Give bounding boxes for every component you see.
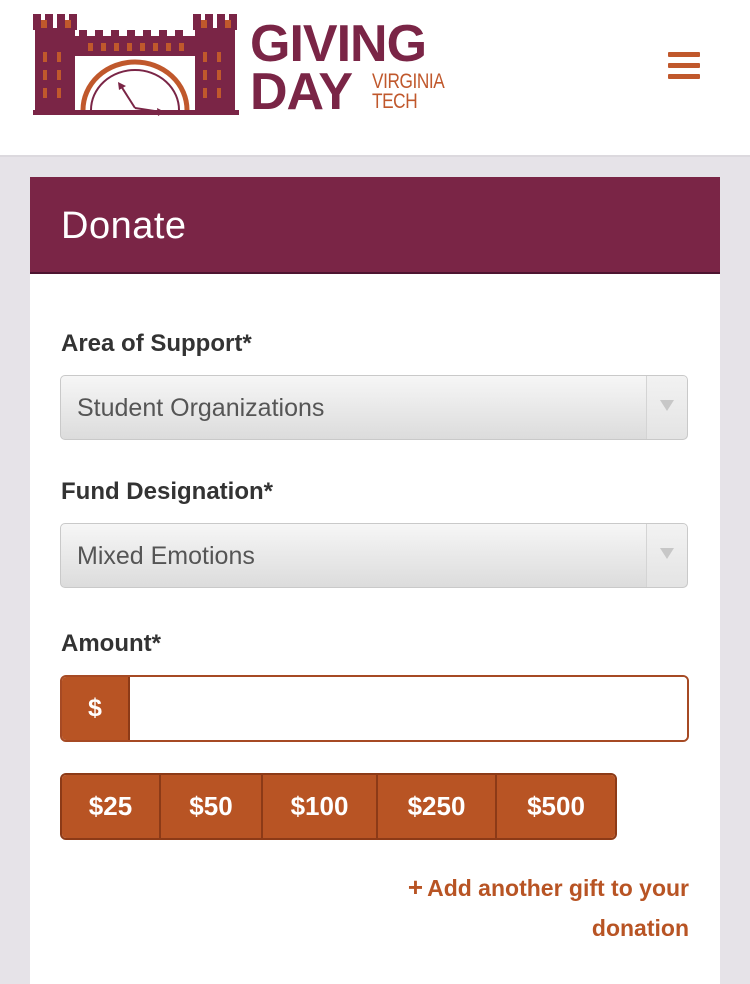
fund-designation-label: Fund Designation* — [61, 478, 273, 505]
area-of-support-select[interactable]: Student Organizations — [60, 375, 688, 440]
preset-amount-button[interactable]: $50 — [161, 775, 263, 838]
fund-designation-select[interactable]: Mixed Emotions — [60, 523, 688, 588]
logo-text-day: DAY — [250, 63, 353, 121]
add-gift-text: Add another gift to your donation — [427, 875, 689, 941]
site-header: GIVING DAY VIRGINIA TECH — [0, 0, 750, 157]
preset-amount-button[interactable]: $250 — [378, 775, 497, 838]
preset-amount-button[interactable]: $100 — [263, 775, 378, 838]
logo-text-tech: TECH — [372, 90, 418, 113]
preset-amount-button[interactable]: $500 — [497, 775, 615, 838]
preset-amount-group: $25 $50 $100 $250 $500 — [60, 773, 617, 840]
plus-icon: + — [407, 872, 424, 902]
menu-bar — [668, 63, 700, 68]
page-title: Donate — [61, 205, 187, 247]
area-of-support-label: Area of Support* — [61, 330, 252, 357]
amount-input[interactable] — [130, 677, 687, 740]
donate-card: Donate Area of Support* Student Organiza… — [30, 177, 720, 984]
chevron-down-icon — [646, 524, 687, 587]
currency-symbol: $ — [62, 677, 130, 740]
giving-day-logo-icon — [33, 14, 239, 116]
logo-text-virginia-tech: VIRGINIA TECH — [372, 70, 445, 113]
donate-card-header: Donate — [30, 177, 720, 274]
amount-input-group: $ — [60, 675, 689, 742]
hamburger-menu-icon[interactable] — [668, 52, 700, 80]
menu-bar — [668, 52, 700, 57]
area-of-support-value: Student Organizations — [77, 394, 325, 422]
chevron-down-icon — [646, 376, 687, 439]
add-another-gift-link[interactable]: + Add another gift to your donation — [359, 867, 689, 948]
fund-designation-value: Mixed Emotions — [77, 542, 255, 570]
amount-label: Amount* — [61, 630, 161, 657]
menu-bar — [668, 74, 700, 79]
logo-text-virginia: VIRGINIA — [372, 70, 445, 93]
preset-amount-button[interactable]: $25 — [62, 775, 161, 838]
